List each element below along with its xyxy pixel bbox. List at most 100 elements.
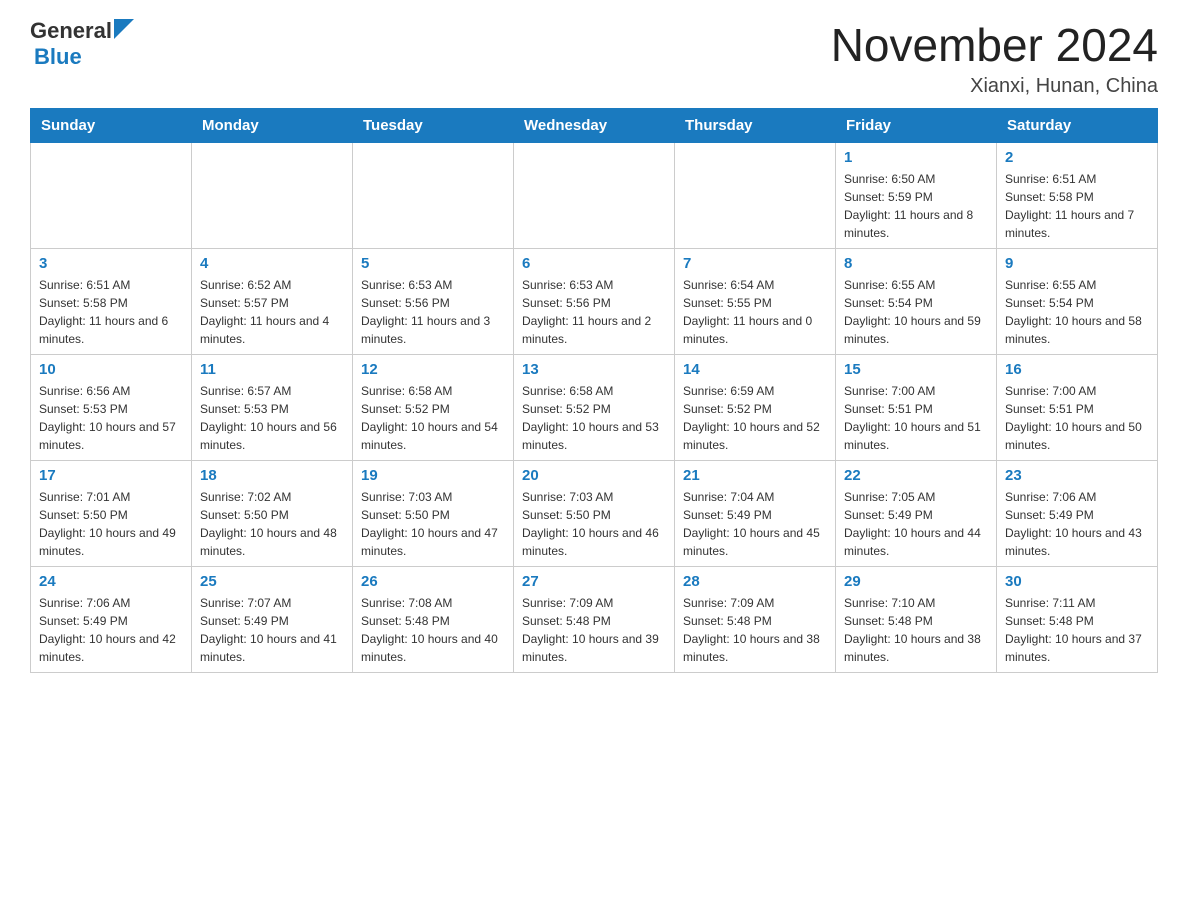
day-cell: 9 Sunrise: 6:55 AM Sunset: 5:54 PM Daylig… xyxy=(997,248,1158,354)
day-info: Sunrise: 7:04 AM Sunset: 5:49 PM Dayligh… xyxy=(683,490,820,558)
day-cell: 10 Sunrise: 6:56 AM Sunset: 5:53 PM Dayli… xyxy=(31,354,192,460)
logo-blue-text: Blue xyxy=(30,44,82,70)
day-cell xyxy=(31,142,192,248)
day-info: Sunrise: 6:50 AM Sunset: 5:59 PM Dayligh… xyxy=(844,172,973,240)
day-cell: 15 Sunrise: 7:00 AM Sunset: 5:51 PM Dayli… xyxy=(836,354,997,460)
calendar-table: SundayMondayTuesdayWednesdayThursdayFrid… xyxy=(30,108,1158,673)
page-header: General Blue November 2024 Xianxi, Hunan… xyxy=(30,20,1158,98)
day-number: 6 xyxy=(522,255,666,272)
day-number: 4 xyxy=(200,255,344,272)
day-number: 2 xyxy=(1005,149,1149,166)
day-cell: 17 Sunrise: 7:01 AM Sunset: 5:50 PM Dayli… xyxy=(31,460,192,566)
day-info: Sunrise: 7:11 AM Sunset: 5:48 PM Dayligh… xyxy=(1005,596,1142,664)
day-info: Sunrise: 6:51 AM Sunset: 5:58 PM Dayligh… xyxy=(1005,172,1134,240)
day-cell: 8 Sunrise: 6:55 AM Sunset: 5:54 PM Daylig… xyxy=(836,248,997,354)
day-cell: 1 Sunrise: 6:50 AM Sunset: 5:59 PM Daylig… xyxy=(836,142,997,248)
day-cell: 18Sunrise: 7:02 AM Sunset: 5:50 PM Dayli… xyxy=(192,460,353,566)
day-cell: 26 Sunrise: 7:08 AM Sunset: 5:48 PM Dayli… xyxy=(353,566,514,672)
day-cell: 13Sunrise: 6:58 AM Sunset: 5:52 PM Dayli… xyxy=(514,354,675,460)
day-cell: 30 Sunrise: 7:11 AM Sunset: 5:48 PM Dayli… xyxy=(997,566,1158,672)
day-cell: 28 Sunrise: 7:09 AM Sunset: 5:48 PM Dayli… xyxy=(675,566,836,672)
weekday-friday: Friday xyxy=(836,108,997,142)
day-number: 15 xyxy=(844,361,988,378)
day-cell xyxy=(192,142,353,248)
weekday-thursday: Thursday xyxy=(675,108,836,142)
day-info: Sunrise: 7:01 AM Sunset: 5:50 PM Dayligh… xyxy=(39,490,176,558)
day-number: 11 xyxy=(200,361,344,378)
weekday-wednesday: Wednesday xyxy=(514,108,675,142)
day-cell xyxy=(514,142,675,248)
day-number: 26 xyxy=(361,573,505,590)
day-info: Sunrise: 7:10 AM Sunset: 5:48 PM Dayligh… xyxy=(844,596,981,664)
calendar-header: SundayMondayTuesdayWednesdayThursdayFrid… xyxy=(31,108,1158,142)
day-number: 16 xyxy=(1005,361,1149,378)
weekday-monday: Monday xyxy=(192,108,353,142)
day-number: 7 xyxy=(683,255,827,272)
week-row-5: 24 Sunrise: 7:06 AM Sunset: 5:49 PM Dayli… xyxy=(31,566,1158,672)
week-row-3: 10 Sunrise: 6:56 AM Sunset: 5:53 PM Dayli… xyxy=(31,354,1158,460)
location-subtitle: Xianxi, Hunan, China xyxy=(831,75,1158,98)
day-cell: 19Sunrise: 7:03 AM Sunset: 5:50 PM Dayli… xyxy=(353,460,514,566)
day-info: Sunrise: 7:09 AM Sunset: 5:48 PM Dayligh… xyxy=(522,596,659,664)
day-cell xyxy=(675,142,836,248)
logo-triangle-icon xyxy=(114,19,134,39)
day-number: 25 xyxy=(200,573,344,590)
day-number: 17 xyxy=(39,467,183,484)
day-cell: 11Sunrise: 6:57 AM Sunset: 5:53 PM Dayli… xyxy=(192,354,353,460)
week-row-1: 1 Sunrise: 6:50 AM Sunset: 5:59 PM Daylig… xyxy=(31,142,1158,248)
day-info: Sunrise: 6:53 AM Sunset: 5:56 PM Dayligh… xyxy=(361,278,490,346)
day-info: Sunrise: 7:00 AM Sunset: 5:51 PM Dayligh… xyxy=(844,384,981,452)
day-info: Sunrise: 6:55 AM Sunset: 5:54 PM Dayligh… xyxy=(844,278,981,346)
day-cell: 6 Sunrise: 6:53 AM Sunset: 5:56 PM Daylig… xyxy=(514,248,675,354)
day-number: 1 xyxy=(844,149,988,166)
day-info: Sunrise: 7:00 AM Sunset: 5:51 PM Dayligh… xyxy=(1005,384,1142,452)
day-info: Sunrise: 7:06 AM Sunset: 5:49 PM Dayligh… xyxy=(39,596,176,664)
day-number: 20 xyxy=(522,467,666,484)
day-cell: 3 Sunrise: 6:51 AM Sunset: 5:58 PM Daylig… xyxy=(31,248,192,354)
day-number: 10 xyxy=(39,361,183,378)
title-area: November 2024 Xianxi, Hunan, China xyxy=(831,20,1158,98)
day-info: Sunrise: 6:58 AM Sunset: 5:52 PM Dayligh… xyxy=(361,384,498,452)
day-number: 12 xyxy=(361,361,505,378)
weekday-saturday: Saturday xyxy=(997,108,1158,142)
day-info: Sunrise: 7:05 AM Sunset: 5:49 PM Dayligh… xyxy=(844,490,981,558)
day-cell: 23 Sunrise: 7:06 AM Sunset: 5:49 PM Dayli… xyxy=(997,460,1158,566)
day-info: Sunrise: 6:59 AM Sunset: 5:52 PM Dayligh… xyxy=(683,384,820,452)
day-info: Sunrise: 7:09 AM Sunset: 5:48 PM Dayligh… xyxy=(683,596,820,664)
day-info: Sunrise: 6:55 AM Sunset: 5:54 PM Dayligh… xyxy=(1005,278,1142,346)
day-cell: 29 Sunrise: 7:10 AM Sunset: 5:48 PM Dayli… xyxy=(836,566,997,672)
day-number: 8 xyxy=(844,255,988,272)
day-number: 19 xyxy=(361,467,505,484)
day-info: Sunrise: 6:54 AM Sunset: 5:55 PM Dayligh… xyxy=(683,278,812,346)
month-title: November 2024 xyxy=(831,20,1158,71)
day-number: 14 xyxy=(683,361,827,378)
day-number: 21 xyxy=(683,467,827,484)
logo-general-text: General xyxy=(30,20,112,42)
day-cell: 16 Sunrise: 7:00 AM Sunset: 5:51 PM Dayli… xyxy=(997,354,1158,460)
day-number: 30 xyxy=(1005,573,1149,590)
day-info: Sunrise: 6:52 AM Sunset: 5:57 PM Dayligh… xyxy=(200,278,329,346)
day-number: 29 xyxy=(844,573,988,590)
day-number: 9 xyxy=(1005,255,1149,272)
day-info: Sunrise: 7:02 AM Sunset: 5:50 PM Dayligh… xyxy=(200,490,337,558)
day-info: Sunrise: 6:56 AM Sunset: 5:53 PM Dayligh… xyxy=(39,384,176,452)
day-number: 23 xyxy=(1005,467,1149,484)
day-number: 3 xyxy=(39,255,183,272)
week-row-4: 17 Sunrise: 7:01 AM Sunset: 5:50 PM Dayli… xyxy=(31,460,1158,566)
day-info: Sunrise: 7:08 AM Sunset: 5:48 PM Dayligh… xyxy=(361,596,498,664)
day-number: 28 xyxy=(683,573,827,590)
day-info: Sunrise: 6:53 AM Sunset: 5:56 PM Dayligh… xyxy=(522,278,651,346)
day-cell: 27 Sunrise: 7:09 AM Sunset: 5:48 PM Dayli… xyxy=(514,566,675,672)
day-info: Sunrise: 6:51 AM Sunset: 5:58 PM Dayligh… xyxy=(39,278,168,346)
day-info: Sunrise: 7:06 AM Sunset: 5:49 PM Dayligh… xyxy=(1005,490,1142,558)
logo: General Blue xyxy=(30,20,134,70)
day-number: 24 xyxy=(39,573,183,590)
day-info: Sunrise: 7:07 AM Sunset: 5:49 PM Dayligh… xyxy=(200,596,337,664)
day-cell: 24 Sunrise: 7:06 AM Sunset: 5:49 PM Dayli… xyxy=(31,566,192,672)
calendar-body: 1 Sunrise: 6:50 AM Sunset: 5:59 PM Daylig… xyxy=(31,142,1158,672)
day-number: 5 xyxy=(361,255,505,272)
day-cell: 14 Sunrise: 6:59 AM Sunset: 5:52 PM Dayli… xyxy=(675,354,836,460)
day-cell: 5 Sunrise: 6:53 AM Sunset: 5:56 PM Daylig… xyxy=(353,248,514,354)
weekday-sunday: Sunday xyxy=(31,108,192,142)
day-number: 27 xyxy=(522,573,666,590)
